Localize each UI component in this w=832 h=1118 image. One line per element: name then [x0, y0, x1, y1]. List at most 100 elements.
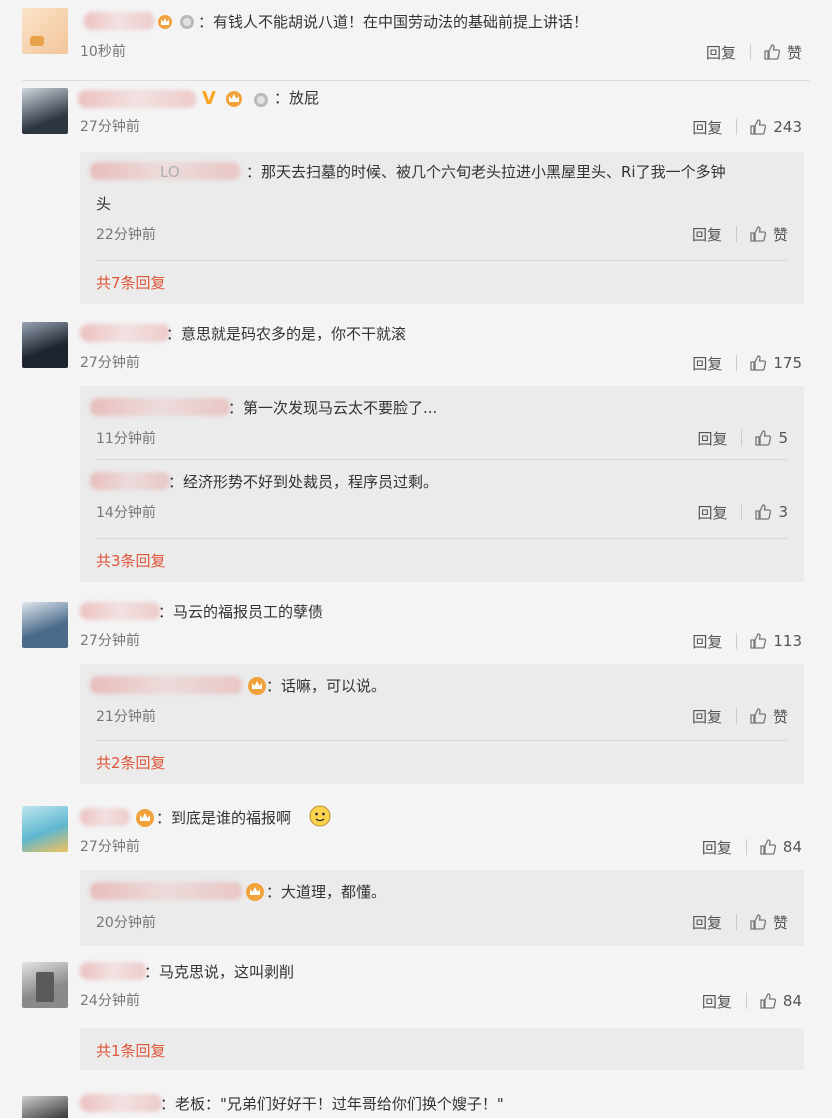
avatar[interactable] [22, 1096, 68, 1118]
more-replies-link[interactable]: 共3条回复 [96, 550, 166, 571]
username-blurred[interactable] [80, 808, 130, 826]
like-icon[interactable] [749, 913, 767, 931]
username-blurred[interactable] [90, 472, 170, 490]
username-blurred[interactable] [80, 1094, 162, 1112]
reply-text: ：话嘛，可以说。 [266, 677, 387, 695]
like-count[interactable]: 赞 [787, 42, 802, 63]
like-count[interactable]: 赞 [773, 706, 788, 727]
like-count[interactable]: 113 [773, 632, 802, 650]
reply-button[interactable]: 回复 [692, 706, 722, 727]
avatar[interactable] [22, 8, 68, 54]
username-blurred[interactable] [80, 602, 160, 620]
avatar[interactable] [22, 88, 68, 134]
like-icon[interactable] [759, 992, 777, 1010]
username-blurred[interactable] [78, 90, 196, 108]
reply-divider [96, 740, 788, 741]
reply-time: 11分钟前 [96, 431, 156, 447]
divider [741, 504, 743, 520]
medal-badge-icon [178, 12, 196, 30]
username-blurred[interactable] [80, 962, 146, 980]
divider [735, 914, 737, 930]
more-replies-link[interactable]: 共7条回复 [96, 272, 166, 293]
reply-text: ：大道理，都懂。 [266, 883, 387, 901]
divider [22, 80, 810, 81]
like-count[interactable]: 243 [773, 118, 802, 136]
reply-button[interactable]: 回复 [697, 502, 727, 523]
reply-item: ：大道理，都懂。 20分钟前 回复 赞 [80, 870, 804, 946]
reply-button[interactable]: 回复 [692, 353, 722, 374]
reply-button[interactable]: 回复 [706, 42, 736, 63]
like-icon[interactable] [754, 503, 772, 521]
like-count[interactable]: 84 [783, 992, 802, 1010]
reply-box: ：第一次发现马云太不要脸了... 11分钟前 回复 5 ：经济形势不好到处裁员，… [80, 386, 804, 582]
avatar[interactable] [22, 322, 68, 368]
reply-button[interactable]: 回复 [702, 991, 732, 1012]
like-count[interactable]: 84 [783, 838, 802, 856]
comment-actions: 回复 113 [692, 630, 802, 652]
comment-time: 10秒前 [80, 44, 126, 60]
like-count[interactable]: 赞 [773, 224, 788, 245]
reply-box: 共1条回复 [80, 1028, 804, 1070]
reply-divider [96, 260, 788, 261]
like-icon[interactable] [759, 838, 777, 856]
comment-text: ：到底是谁的福报啊 [156, 809, 292, 827]
username-blurred[interactable] [90, 882, 242, 900]
username-blurred[interactable] [84, 12, 154, 30]
divider [736, 355, 738, 371]
like-icon[interactable] [749, 707, 767, 725]
reply-button[interactable]: 回复 [692, 224, 722, 245]
reply-item: ：经济形势不好到处裁员，程序员过剩。 14分钟前 回复 3 [80, 462, 804, 536]
medal-badge-icon [252, 90, 270, 108]
divider [741, 430, 743, 446]
reply-actions: 回复 5 [697, 427, 788, 449]
reply-button[interactable]: 回复 [692, 117, 722, 138]
like-icon[interactable] [749, 225, 767, 243]
more-replies-link[interactable]: 共2条回复 [96, 752, 166, 773]
reply-item: ：第一次发现马云太不要脸了... 11分钟前 回复 5 [80, 386, 804, 460]
comment-time: 24分钟前 [80, 993, 140, 1009]
reply-actions: 回复 3 [697, 501, 788, 523]
avatar[interactable] [22, 962, 68, 1008]
like-icon[interactable] [749, 118, 767, 136]
reply-time: 21分钟前 [96, 709, 156, 725]
username-blurred[interactable] [90, 676, 242, 694]
more-replies-link[interactable]: 共1条回复 [96, 1040, 166, 1061]
reply-name-fragment: LO [160, 163, 180, 181]
like-icon[interactable] [749, 354, 767, 372]
like-count[interactable]: 175 [773, 354, 802, 372]
divider [735, 708, 737, 724]
emoji-face-icon [308, 804, 332, 828]
divider [736, 119, 738, 135]
crown-badge-icon [156, 12, 174, 30]
reply-box: LO ：那天去扫墓的时候、被几个六旬老头拉进小黑屋里头、Ri了我一个多钟 头 2… [80, 152, 804, 304]
divider [735, 226, 737, 242]
like-count[interactable]: 赞 [773, 912, 788, 933]
reply-button[interactable]: 回复 [692, 912, 722, 933]
reply-button[interactable]: 回复 [697, 428, 727, 449]
avatar[interactable] [22, 806, 68, 852]
reply-text: ：经济形势不好到处裁员，程序员过剩。 [168, 473, 439, 491]
avatar[interactable] [22, 602, 68, 648]
reply-button[interactable]: 回复 [692, 631, 722, 652]
comment-thread: ：马克思说，这叫剥削 24分钟前 回复 84 共1条回复 [0, 956, 832, 1076]
like-count[interactable]: 3 [778, 503, 788, 521]
crown-badge-icon [224, 88, 244, 108]
comment-time: 27分钟前 [80, 633, 140, 649]
comment-text: ：马克思说，这叫剥削 [144, 963, 295, 981]
reply-item: LO ：那天去扫墓的时候、被几个六旬老头拉进小黑屋里头、Ri了我一个多钟 头 2… [80, 152, 804, 252]
crown-badge-icon [244, 880, 266, 902]
reply-actions: 回复 赞 [692, 223, 788, 245]
username-blurred[interactable] [90, 398, 230, 416]
reply-time: 20分钟前 [96, 915, 156, 931]
username-blurred[interactable] [80, 324, 170, 342]
like-icon[interactable] [763, 43, 781, 61]
reply-actions: 回复 赞 [692, 911, 788, 933]
crown-badge-icon [134, 806, 156, 828]
reply-button[interactable]: 回复 [702, 837, 732, 858]
like-icon[interactable] [749, 632, 767, 650]
like-count[interactable]: 5 [778, 429, 788, 447]
divider [745, 839, 747, 855]
comment-thread: ：老板："兄弟们好好干！过年哥给你们换个嫂子！" [0, 1082, 832, 1118]
comment-thread: ：到底是谁的福报啊 27分钟前 回复 84 ：大道理，都懂。 20分钟前 回复 … [0, 800, 832, 946]
like-icon[interactable] [754, 429, 772, 447]
